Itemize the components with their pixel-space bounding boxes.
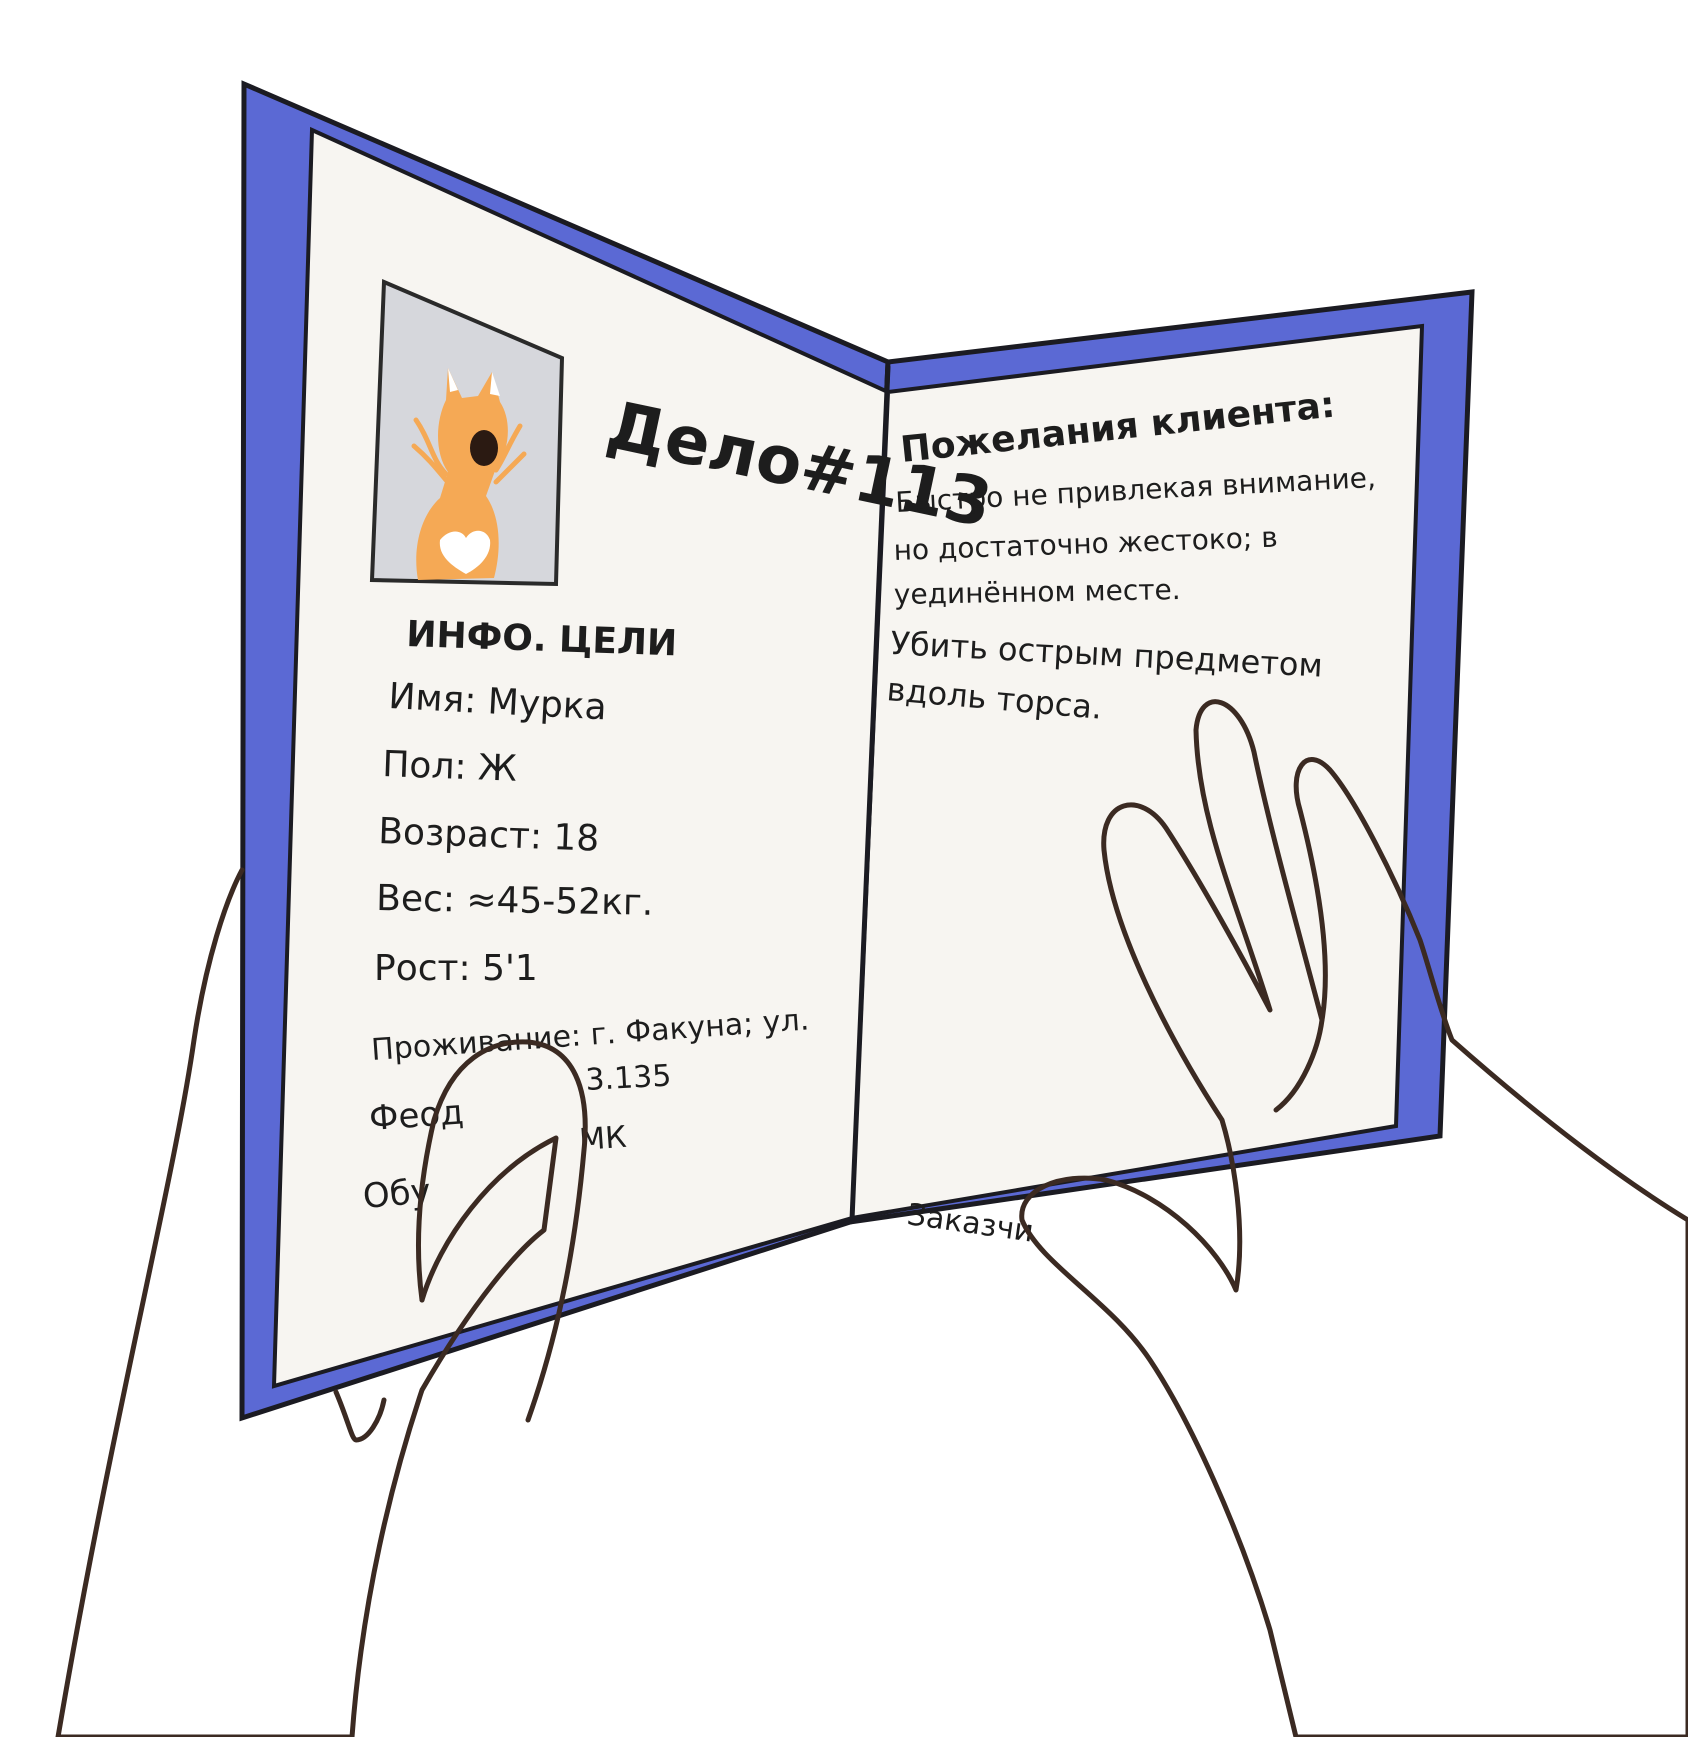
- field-sex: Пол: Ж: [382, 744, 518, 790]
- scene-illustration: Дело#113 ИНФО. ЦЕЛИ Имя: Мурка Пол: Ж Во…: [55, 80, 1688, 1737]
- field-weight: Вес: ≈45-52кг.: [376, 878, 654, 924]
- field-partial-a: Феод: [368, 1092, 465, 1138]
- wishes-line-3: уединённом месте.: [894, 573, 1181, 611]
- field-height: Рост: 5'1: [374, 948, 538, 989]
- left-fingertip-back: [333, 1389, 387, 1443]
- field-age: Возраст: 18: [378, 811, 600, 860]
- client-footer: Заказчи: [905, 1197, 1036, 1249]
- field-residence-cont: 3.135: [585, 1059, 673, 1098]
